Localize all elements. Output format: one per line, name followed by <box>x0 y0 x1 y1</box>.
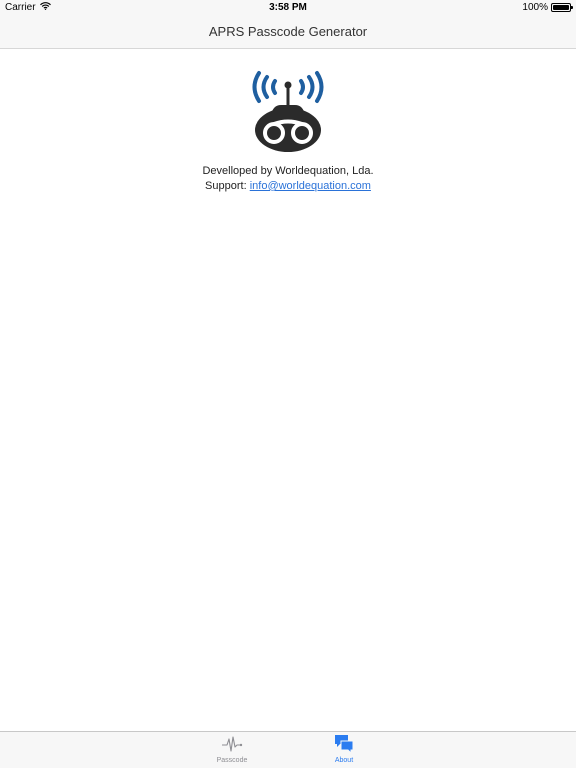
status-time: 3:58 PM <box>269 2 307 13</box>
status-right: 100% <box>522 2 573 13</box>
about-text: Develloped by Worldequation, Lda. Suppor… <box>0 164 576 194</box>
support-line: Support: info@worldequation.com <box>0 179 576 194</box>
chat-bubbles-icon <box>314 734 374 755</box>
support-email-link[interactable]: info@worldequation.com <box>250 180 371 192</box>
pulse-icon <box>202 734 262 754</box>
tab-bar: Passcode About <box>0 731 576 768</box>
tab-passcode-label: Passcode <box>216 757 248 764</box>
battery-percent: 100% <box>522 2 548 13</box>
page-title: APRS Passcode Generator <box>208 24 368 39</box>
status-bar: Carrier 3:58 PM 100% <box>0 0 576 16</box>
battery-icon <box>551 3 573 12</box>
radio-antenna-logo-icon <box>252 71 324 152</box>
app-screen: Carrier 3:58 PM 100% APRS Passcode Gener… <box>0 0 576 768</box>
tab-about-label: About <box>334 757 354 764</box>
about-content: Develloped by Worldequation, Lda. Suppor… <box>0 49 576 731</box>
developer-line: Develloped by Worldequation, Lda. <box>202 165 374 177</box>
navigation-bar: APRS Passcode Generator <box>0 16 576 49</box>
tab-passcode[interactable]: Passcode <box>202 734 262 768</box>
tab-about[interactable]: About <box>314 734 374 768</box>
app-logo <box>247 67 329 157</box>
support-label: Support: <box>205 180 247 192</box>
